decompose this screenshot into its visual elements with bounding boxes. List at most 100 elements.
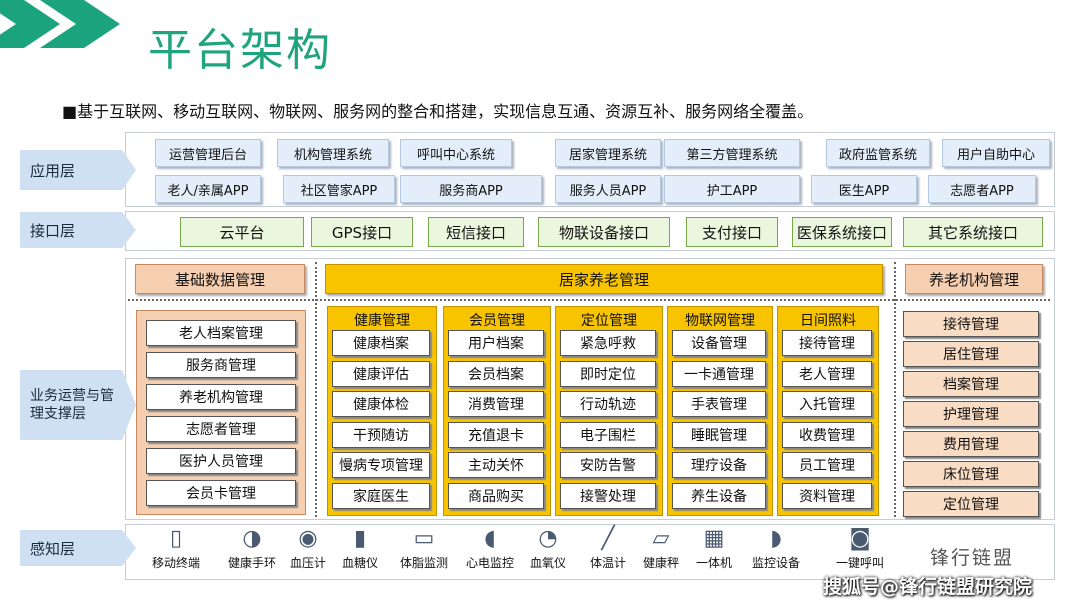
home-care-item: 接待管理 <box>782 330 872 356</box>
layer-perception-label: 感知层 <box>30 539 76 558</box>
device-item: ◑ 健康手环 <box>228 526 276 571</box>
home-care-item: 安防告警 <box>560 452 656 478</box>
glucose-meter-icon: ▮ <box>353 526 367 551</box>
home-care-item: 慢病专项管理 <box>332 452 430 478</box>
institution-item: 接待管理 <box>903 311 1039 337</box>
interface-box: GPS接口 <box>311 217 413 247</box>
home-care-column-title: 定位管理 <box>581 313 637 329</box>
home-care-item: 睡眠管理 <box>672 421 766 448</box>
app-mobile-box: 服务人员APP <box>555 175 661 203</box>
blood-pressure-monitor-icon: ◉ <box>298 526 318 551</box>
basic-data-header: 基础数据管理 <box>135 264 305 294</box>
interface-box: 短信接口 <box>428 217 524 247</box>
interface-box: 其它系统接口 <box>903 217 1043 247</box>
app-system-box: 运营管理后台 <box>155 139 261 167</box>
layer-application-label: 应用层 <box>30 161 76 180</box>
device-item: ◖ 心电监控 <box>466 526 514 571</box>
device-item: ◙ 一键呼叫 <box>836 526 884 571</box>
home-care-column-title: 会员管理 <box>469 313 525 329</box>
home-care-header: 居家养老管理 <box>325 264 883 294</box>
watermark-text: 搜狐号@锋行链盟研究院 <box>823 576 1033 598</box>
basic-data-item: 养老机构管理 <box>146 384 296 410</box>
home-care-item: 养生设备 <box>672 482 766 509</box>
device-item: ◔ 血氧仪 <box>530 526 566 571</box>
health-scale-icon: ▱ <box>652 526 670 551</box>
home-care-item: 即时定位 <box>560 360 656 387</box>
device-label: 体脂监测 <box>400 556 449 570</box>
app-mobile-box: 服务商APP <box>400 175 542 203</box>
home-care-item: 资料管理 <box>782 482 872 509</box>
basic-data-item: 志愿者管理 <box>146 416 296 442</box>
device-label: 体温计 <box>590 556 627 570</box>
home-care-item: 商品购买 <box>448 482 544 509</box>
thermometer-icon: ╱ <box>601 526 615 551</box>
app-system-box: 用户自助中心 <box>942 139 1050 167</box>
institution-item: 定位管理 <box>903 491 1039 517</box>
layer-business-label: 业务运营与管理支撑层 <box>30 388 114 422</box>
home-care-item: 充值退卡 <box>448 421 544 448</box>
app-system-box: 居家管理系统 <box>555 139 661 167</box>
interface-box: 云平台 <box>180 217 304 247</box>
layer-perception: 感知层 <box>20 530 136 566</box>
home-care-item: 会员档案 <box>448 360 544 387</box>
device-label: 移动终端 <box>152 556 201 570</box>
home-care-item: 电子围栏 <box>560 421 656 448</box>
app-system-box: 第三方管理系统 <box>664 139 800 167</box>
interface-box: 物联设备接口 <box>538 217 670 247</box>
home-care-item: 老人管理 <box>782 360 872 387</box>
device-label: 一体机 <box>696 556 733 570</box>
call-button-icon: ◙ <box>849 526 871 551</box>
watermark-logo: 锋行链盟 <box>930 547 1015 569</box>
home-care-item: 主动关怀 <box>448 452 544 478</box>
app-mobile-box: 医生APP <box>811 175 917 203</box>
home-care-item: 员工管理 <box>782 452 872 478</box>
app-system-box: 呼叫中心系统 <box>400 139 512 167</box>
home-care-item: 理疗设备 <box>672 452 766 478</box>
home-care-column-title: 物联网管理 <box>685 313 755 329</box>
phone-icon: ▯ <box>169 526 183 551</box>
institution-item: 费用管理 <box>903 431 1039 457</box>
device-label: 心电监控 <box>466 556 515 570</box>
home-care-item: 手表管理 <box>672 391 766 417</box>
home-care-item: 家庭医生 <box>332 482 430 509</box>
interface-box: 支付接口 <box>686 217 778 247</box>
basic-data-item: 医护人员管理 <box>146 448 296 474</box>
device-label: 监控设备 <box>752 556 801 570</box>
page-subtitle: ■基于互联网、移动互联网、物联网、服务网的整合和搭建，实现信息互通、资源互补、服… <box>62 102 814 121</box>
device-item: ▱ 健康秤 <box>643 526 679 571</box>
layer-business: 业务运营与管理支撑层 <box>20 370 136 440</box>
institution-item: 护理管理 <box>903 401 1039 427</box>
security-camera-icon: ◗ <box>770 526 782 551</box>
device-item: ▯ 移动终端 <box>152 526 200 571</box>
home-care-item: 接警处理 <box>560 482 656 509</box>
app-system-box: 政府监管系统 <box>826 139 930 167</box>
home-care-item: 健康体检 <box>332 391 430 417</box>
app-mobile-box: 护工APP <box>664 175 800 203</box>
layer-application: 应用层 <box>20 150 136 190</box>
device-item: ▦ 一体机 <box>696 526 732 571</box>
basic-data-item: 老人档案管理 <box>146 320 296 346</box>
institution-item: 床位管理 <box>903 461 1039 487</box>
home-care-column-title: 健康管理 <box>354 313 410 329</box>
home-care-item: 用户档案 <box>448 330 544 356</box>
device-item: ▮ 血糖仪 <box>342 526 378 571</box>
device-item: ◗ 监控设备 <box>752 526 800 571</box>
device-item: ◉ 血压计 <box>290 526 326 571</box>
home-care-item: 消费管理 <box>448 391 544 417</box>
home-care-item: 紧急呼救 <box>560 330 656 356</box>
home-care-item: 入托管理 <box>782 391 872 417</box>
device-label: 血压计 <box>290 556 327 570</box>
wristband-icon: ◑ <box>242 526 262 551</box>
home-care-column-title: 日间照料 <box>800 313 856 329</box>
institution-header: 养老机构管理 <box>905 264 1043 294</box>
divider-horizontal <box>128 299 1050 301</box>
home-care-item: 设备管理 <box>672 330 766 356</box>
basic-data-item: 会员卡管理 <box>146 480 296 506</box>
home-care-item: 一卡通管理 <box>672 360 766 387</box>
device-label: 一键呼叫 <box>836 556 885 570</box>
device-item: ╱ 体温计 <box>590 526 626 571</box>
device-label: 健康手环 <box>228 556 277 570</box>
basic-data-item: 服务商管理 <box>146 352 296 378</box>
device-label: 血糖仪 <box>342 556 379 570</box>
home-care-item: 健康档案 <box>332 330 430 356</box>
